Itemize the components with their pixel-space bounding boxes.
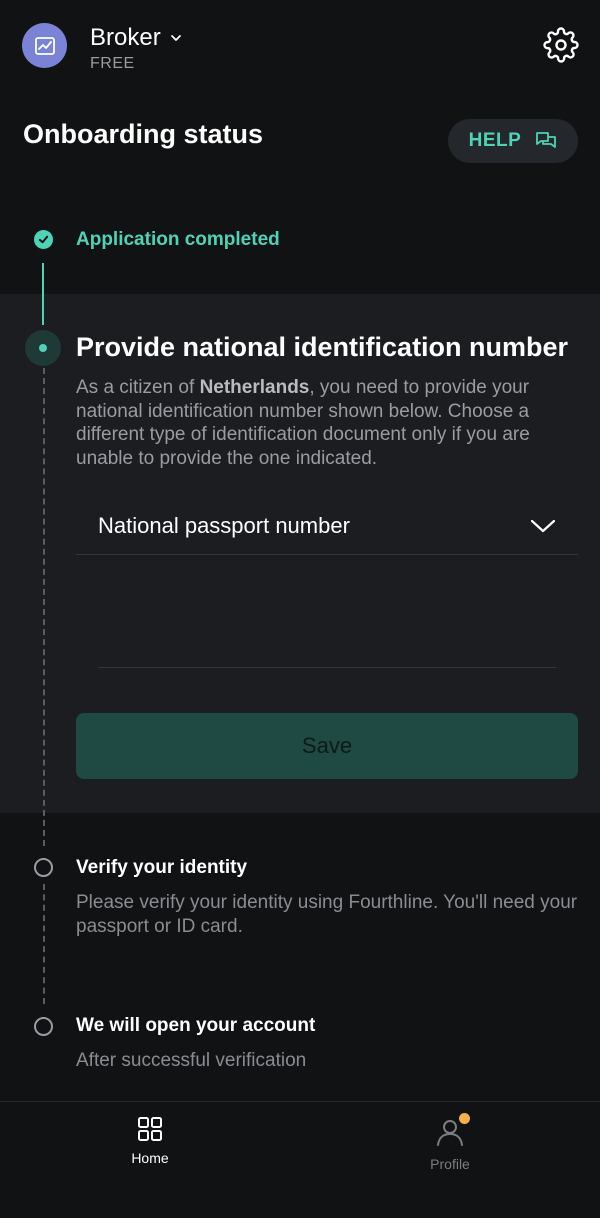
header: Broker FREE bbox=[0, 0, 600, 90]
nav-home-label: Home bbox=[131, 1150, 169, 1166]
step-title-verify-identity: Verify your identity bbox=[76, 857, 248, 878]
account-plan: FREE bbox=[90, 55, 135, 72]
national-id-input[interactable] bbox=[98, 600, 556, 668]
nav-profile[interactable]: Profile bbox=[390, 1113, 510, 1172]
help-label: HELP bbox=[468, 130, 522, 151]
step-title-application-completed: Application completed bbox=[76, 229, 280, 250]
step-pending-indicator bbox=[34, 858, 53, 877]
grid-icon bbox=[138, 1117, 162, 1141]
chevron-down-icon bbox=[530, 519, 556, 532]
account-name: Broker bbox=[90, 24, 161, 51]
profile-icon-wrap bbox=[434, 1113, 470, 1148]
country-name: Netherlands bbox=[199, 377, 310, 398]
page-title: Onboarding status bbox=[23, 119, 264, 149]
active-dot bbox=[39, 344, 47, 352]
chat-icon bbox=[536, 132, 557, 148]
document-type-value: National passport number bbox=[98, 512, 350, 538]
step-completed-indicator bbox=[34, 230, 53, 249]
account-switcher[interactable]: Broker bbox=[90, 24, 183, 52]
check-icon bbox=[38, 235, 49, 244]
document-type-select[interactable]: National passport number bbox=[76, 497, 578, 555]
notification-badge bbox=[459, 1113, 470, 1124]
chevron-down-icon bbox=[170, 35, 181, 41]
timeline-connector-dashed bbox=[43, 884, 45, 1004]
timeline-connector-completed bbox=[42, 263, 44, 325]
save-button[interactable]: Save bbox=[76, 713, 578, 779]
step-active-indicator bbox=[25, 330, 61, 366]
chart-icon bbox=[34, 36, 55, 55]
timeline-connector-dashed bbox=[43, 368, 45, 846]
step-pending-indicator bbox=[34, 1017, 53, 1036]
nav-home[interactable]: Home bbox=[90, 1116, 210, 1166]
desc-text: As a citizen of bbox=[76, 377, 200, 398]
help-button[interactable]: HELP bbox=[448, 119, 578, 163]
step-description-verify-identity: Please verify your identity using Fourth… bbox=[76, 892, 578, 937]
account-avatar[interactable] bbox=[22, 23, 67, 68]
settings-button[interactable] bbox=[543, 27, 579, 63]
step-description-national-id: As a citizen of Netherlands, you need to… bbox=[76, 376, 581, 470]
step-title-national-id: Provide national identification number bbox=[76, 332, 569, 362]
step-description-open-account: After successful verification bbox=[76, 1050, 307, 1071]
onboarding-screen: Broker FREE Onboarding status HELP Appli… bbox=[0, 0, 600, 1218]
nav-profile-label: Profile bbox=[430, 1156, 470, 1172]
bottom-nav: Home Profile bbox=[0, 1101, 600, 1218]
gear-icon bbox=[543, 27, 579, 63]
step-title-open-account: We will open your account bbox=[76, 1015, 316, 1036]
